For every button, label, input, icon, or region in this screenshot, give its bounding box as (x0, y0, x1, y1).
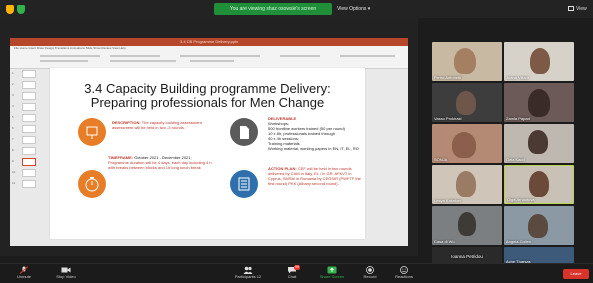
slide-thumbnail[interactable] (22, 147, 36, 155)
participant-video (528, 214, 548, 238)
leave-meeting-button[interactable]: Leave (563, 269, 589, 279)
slide-thumbnail-selected[interactable] (22, 158, 36, 166)
ppt-ribbon: File Home Insert Draw Design Transitions… (10, 46, 408, 69)
participant-tile[interactable]: Vasso Prokiraki (432, 83, 502, 122)
zoom-window: You are viewing shaz osowsie's screen Vi… (0, 0, 593, 283)
top-bar: You are viewing shaz osowsie's screen Vi… (0, 0, 593, 18)
video-camera-icon (61, 267, 71, 273)
participant-video (529, 171, 549, 197)
stopwatch-icon (78, 170, 106, 198)
slide-thumbnail[interactable] (22, 125, 36, 133)
participant-video (528, 89, 550, 117)
slide-thumbnail[interactable] (22, 136, 36, 144)
smiley-icon (400, 266, 408, 274)
checklist-icon (230, 170, 258, 198)
slide-thumbnails: 1 2 3 4 5 6 7 8 9 10 11 (12, 70, 40, 240)
action-plan-block: ACTION PLAN: CEF will be held in two rou… (268, 166, 361, 186)
participant-video (454, 48, 476, 74)
participant-tile-active-speaker[interactable]: Olga Arnautova (504, 165, 574, 204)
chat-unread-badge: 99 (294, 265, 300, 270)
participants-button[interactable]: Participants 12 (226, 265, 270, 283)
timeframe-block: TIMEFRAME: October 2021 - December 2021;… (108, 155, 212, 170)
participant-tile[interactable]: Casa di Wo (432, 206, 502, 245)
ppt-title-bar: 3.4 CB Programme Delivery.pptx (10, 38, 408, 46)
participant-tile[interactable]: Angela Colleo (504, 206, 574, 245)
document-icon (230, 118, 258, 146)
meeting-controls: Unmute Stop Video Participants 12 99 Cha… (0, 263, 593, 283)
description-block: DESCRIPTION: The capacity building asses… (112, 120, 202, 130)
share-screen-icon (327, 266, 337, 274)
chat-button[interactable]: 99 Chat (270, 265, 314, 283)
unmute-button[interactable]: Unmute (2, 265, 46, 283)
view-options-button[interactable]: View Options ▾ (337, 3, 370, 15)
info-icon[interactable] (6, 5, 14, 14)
slide-title-line1: 3.4 Capacity Building programme Delivery… (84, 81, 331, 96)
security-shield-icon[interactable] (17, 5, 25, 14)
slide-thumbnail[interactable] (22, 70, 36, 78)
participant-tile[interactable]: Pietro Antonetti (432, 42, 502, 81)
participant-tile[interactable]: SONJA (432, 124, 502, 163)
current-slide: 3.4 Capacity Building programme Delivery… (50, 68, 365, 239)
viewing-screen-banner: You are viewing shaz osowsie's screen (214, 3, 332, 15)
participant-tile[interactable]: Gela Kacd (504, 124, 574, 163)
participant-gallery: Pietro Antonetti Juana Villadr Vasso Pro… (428, 38, 590, 265)
slide-thumbnail[interactable] (22, 169, 36, 177)
participant-video (456, 91, 476, 115)
participant-tile[interactable]: Juana Villadr (504, 42, 574, 81)
participant-video (530, 48, 550, 74)
reactions-button[interactable]: Reactions (382, 265, 426, 283)
slide-thumbnail[interactable] (22, 92, 36, 100)
participant-video (458, 212, 476, 236)
participant-video (456, 171, 476, 197)
stop-video-button[interactable]: Stop Video (44, 265, 88, 283)
participant-video (528, 130, 548, 154)
presentation-icon (78, 118, 106, 146)
participants-count: 12 (256, 274, 262, 279)
slide-thumbnail[interactable] (22, 114, 36, 122)
grid-view-icon (568, 6, 574, 12)
view-button[interactable]: View (568, 4, 587, 14)
slide-thumbnail[interactable] (22, 103, 36, 111)
slide-thumbnail[interactable] (22, 180, 36, 188)
slide-thumbnail[interactable] (22, 81, 36, 89)
ppt-ribbon-tabs[interactable]: File Home Insert Draw Design Transitions… (14, 46, 126, 52)
microphone-muted-icon (19, 266, 29, 274)
participants-icon (243, 266, 253, 274)
participant-tile[interactable]: Lesya Kakakov (432, 165, 502, 204)
participant-video (452, 132, 476, 158)
record-icon (366, 266, 374, 274)
participant-tile[interactable]: Zamla Papad (504, 83, 574, 122)
deliverable-block: DELIVERABLE Workshops; 500 frontline wor… (268, 116, 359, 151)
slide-title-line2: Preparing professionals for Men Change (90, 95, 325, 110)
